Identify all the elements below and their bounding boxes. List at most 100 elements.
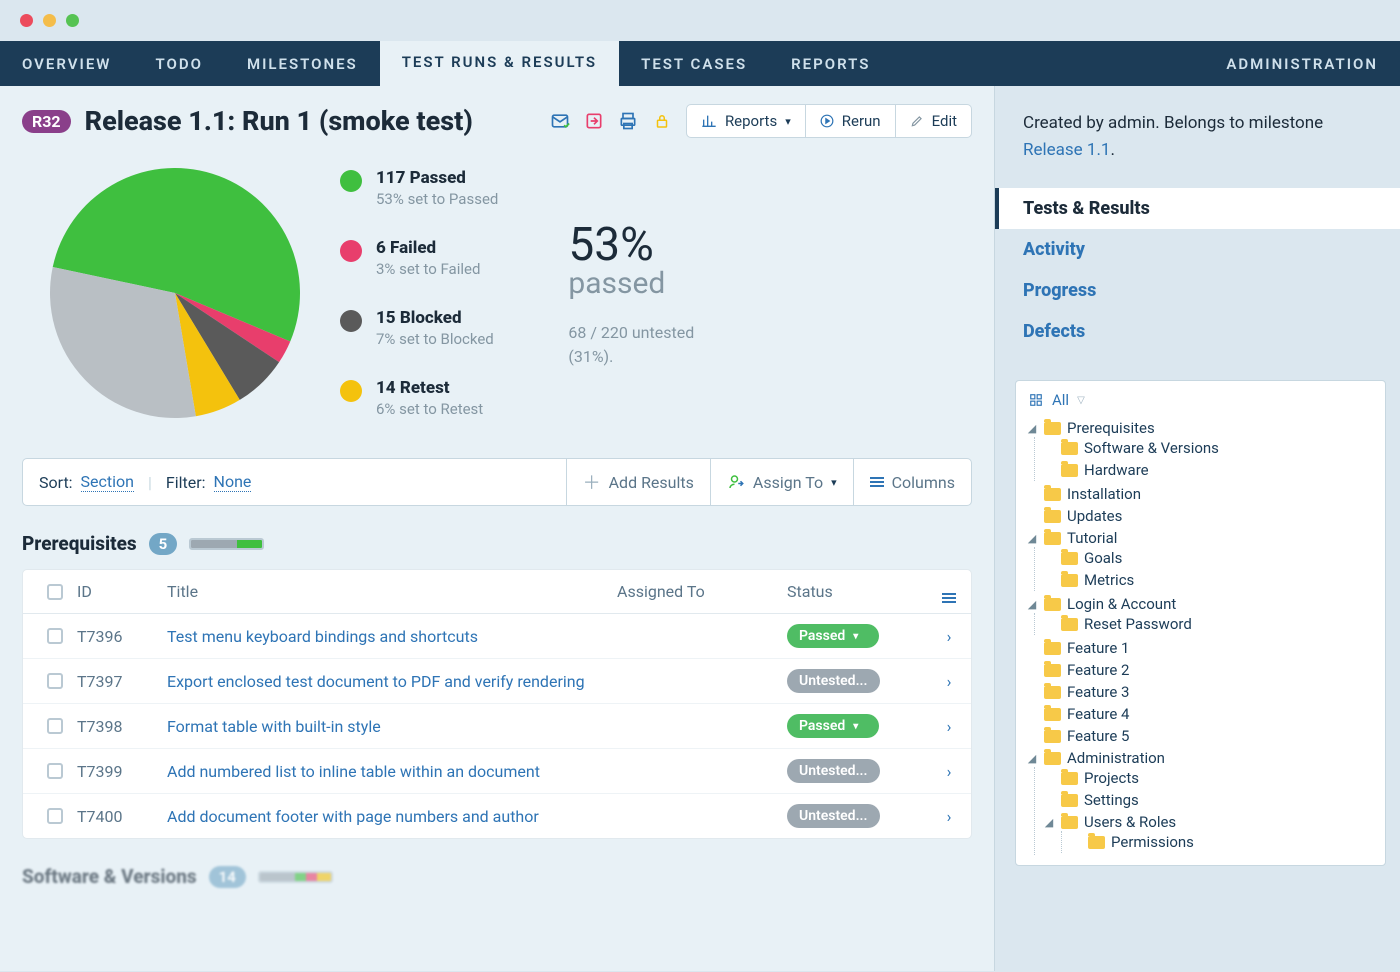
- side-tab[interactable]: Activity: [995, 229, 1400, 270]
- tree-item[interactable]: ◢ Administration: [1016, 749, 1385, 767]
- tree-item[interactable]: Goals: [1043, 549, 1385, 567]
- col-id: ID: [67, 582, 157, 601]
- legend-item: 15 Blocked 7% set to Blocked: [340, 308, 498, 348]
- legend-bullet-icon: [340, 380, 362, 402]
- table-row: T7399 Add numbered list to inline table …: [23, 749, 971, 794]
- tree-item[interactable]: Feature 1: [1016, 639, 1385, 657]
- side-tab[interactable]: Tests & Results: [995, 188, 1400, 229]
- row-checkbox[interactable]: [47, 808, 63, 824]
- row-expand-icon[interactable]: ›: [927, 627, 971, 646]
- minimize-window-icon[interactable]: [43, 14, 56, 27]
- subscribe-icon[interactable]: [550, 111, 570, 131]
- tree-item[interactable]: ◢ Login & Account: [1016, 595, 1385, 613]
- section-progress-bar: [189, 538, 264, 550]
- close-window-icon[interactable]: [20, 14, 33, 27]
- tree-item[interactable]: ◢ Tutorial: [1016, 529, 1385, 547]
- tree-item[interactable]: Metrics: [1043, 571, 1385, 589]
- row-title-link[interactable]: Export enclosed test document to PDF and…: [157, 672, 607, 691]
- tree-item[interactable]: Software & Versions: [1043, 439, 1385, 457]
- row-expand-icon[interactable]: ›: [927, 672, 971, 691]
- columns-icon[interactable]: [942, 593, 956, 603]
- folder-icon: [1061, 442, 1078, 455]
- nav-item[interactable]: REPORTS: [769, 41, 892, 86]
- row-title-link[interactable]: Test menu keyboard bindings and shortcut…: [157, 627, 607, 646]
- print-icon[interactable]: [618, 111, 638, 131]
- reports-label: Reports: [725, 112, 777, 130]
- side-tab[interactable]: Defects: [995, 311, 1400, 352]
- nav-item[interactable]: MILESTONES: [225, 41, 380, 86]
- columns-icon: [870, 477, 884, 487]
- tree-label: Updates: [1067, 507, 1122, 525]
- nav-item[interactable]: OVERVIEW: [0, 41, 133, 86]
- maximize-window-icon[interactable]: [66, 14, 79, 27]
- status-pill[interactable]: Passed ▾: [787, 624, 879, 648]
- side-meta: Created by admin. Belongs to milestone R…: [995, 86, 1400, 164]
- status-pill[interactable]: Untested...: [787, 804, 880, 828]
- tree-twist-icon[interactable]: ◢: [1026, 422, 1038, 435]
- tree-item[interactable]: Installation: [1016, 485, 1385, 503]
- status-pill[interactable]: Untested...: [787, 669, 880, 693]
- tree-twist-icon[interactable]: ◢: [1043, 816, 1055, 829]
- row-expand-icon[interactable]: ›: [927, 807, 971, 826]
- tree-node: Permissions: [1070, 831, 1385, 853]
- tree-item[interactable]: Permissions: [1070, 833, 1385, 851]
- folder-icon: [1044, 686, 1061, 699]
- reports-button[interactable]: Reports ▾: [686, 104, 806, 138]
- tree-node: Updates: [1016, 505, 1385, 527]
- milestone-link[interactable]: Release 1.1: [1023, 140, 1110, 160]
- edit-button[interactable]: Edit: [896, 104, 972, 138]
- tree-node: Installation: [1016, 483, 1385, 505]
- tree-item[interactable]: Feature 2: [1016, 661, 1385, 679]
- tree-item[interactable]: Feature 5: [1016, 727, 1385, 745]
- row-title-link[interactable]: Add document footer with page numbers an…: [157, 807, 607, 826]
- summary-untested-pct: (31%).: [568, 345, 694, 369]
- tree-label: Login & Account: [1067, 595, 1176, 613]
- tree-twist-icon[interactable]: ◢: [1026, 598, 1038, 611]
- folder-icon: [1044, 598, 1061, 611]
- status-pill[interactable]: Passed ▾: [787, 714, 879, 738]
- tree-item[interactable]: Updates: [1016, 507, 1385, 525]
- tree-item[interactable]: Reset Password: [1043, 615, 1385, 633]
- nav-item[interactable]: TEST RUNS & RESULTS: [380, 41, 619, 86]
- tree-item[interactable]: Feature 4: [1016, 705, 1385, 723]
- tree-item[interactable]: Settings: [1043, 791, 1385, 809]
- row-expand-icon[interactable]: ›: [927, 762, 971, 781]
- tree-twist-icon[interactable]: ◢: [1026, 532, 1038, 545]
- nav-item[interactable]: TODO: [133, 41, 224, 86]
- status-pill[interactable]: Untested...: [787, 759, 880, 783]
- folder-icon: [1088, 836, 1105, 849]
- tree-item[interactable]: ◢ Prerequisites: [1016, 419, 1385, 437]
- tree-item[interactable]: Feature 3: [1016, 683, 1385, 701]
- select-all-checkbox[interactable]: [47, 584, 63, 600]
- row-checkbox[interactable]: [47, 763, 63, 779]
- nav-administration[interactable]: ADMINISTRATION: [1204, 41, 1400, 86]
- columns-button[interactable]: Columns: [853, 459, 971, 505]
- sort-value[interactable]: Section: [81, 472, 134, 492]
- assign-to-button[interactable]: Assign To ▾: [710, 459, 853, 505]
- legend-sub: 6% set to Retest: [376, 400, 483, 418]
- tree-label: Feature 5: [1067, 727, 1129, 745]
- filter-label: Filter:: [166, 473, 206, 492]
- lock-icon[interactable]: [652, 111, 672, 131]
- filter-value[interactable]: None: [214, 472, 252, 492]
- nav-item[interactable]: TEST CASES: [619, 41, 769, 86]
- tree-item[interactable]: ◢ Users & Roles: [1043, 813, 1385, 831]
- add-results-button[interactable]: ＋ Add Results: [566, 459, 710, 505]
- folder-icon: [1061, 794, 1078, 807]
- row-checkbox[interactable]: [47, 628, 63, 644]
- side-tab[interactable]: Progress: [995, 270, 1400, 311]
- row-checkbox[interactable]: [47, 718, 63, 734]
- page-title: Release 1.1: Run 1 (smoke test): [85, 105, 536, 137]
- rerun-button[interactable]: Rerun: [806, 104, 896, 138]
- tree-all-link[interactable]: All: [1052, 391, 1069, 409]
- legend-title: 15 Blocked: [376, 308, 494, 328]
- row-title-link[interactable]: Add numbered list to inline table within…: [157, 762, 607, 781]
- tree-twist-icon[interactable]: ◢: [1026, 752, 1038, 765]
- tree-item[interactable]: Hardware: [1043, 461, 1385, 479]
- row-checkbox[interactable]: [47, 673, 63, 689]
- tree-item[interactable]: Projects: [1043, 769, 1385, 787]
- export-icon[interactable]: [584, 111, 604, 131]
- row-title-link[interactable]: Format table with built-in style: [157, 717, 607, 736]
- section-progress-bar: [258, 871, 333, 883]
- row-expand-icon[interactable]: ›: [927, 717, 971, 736]
